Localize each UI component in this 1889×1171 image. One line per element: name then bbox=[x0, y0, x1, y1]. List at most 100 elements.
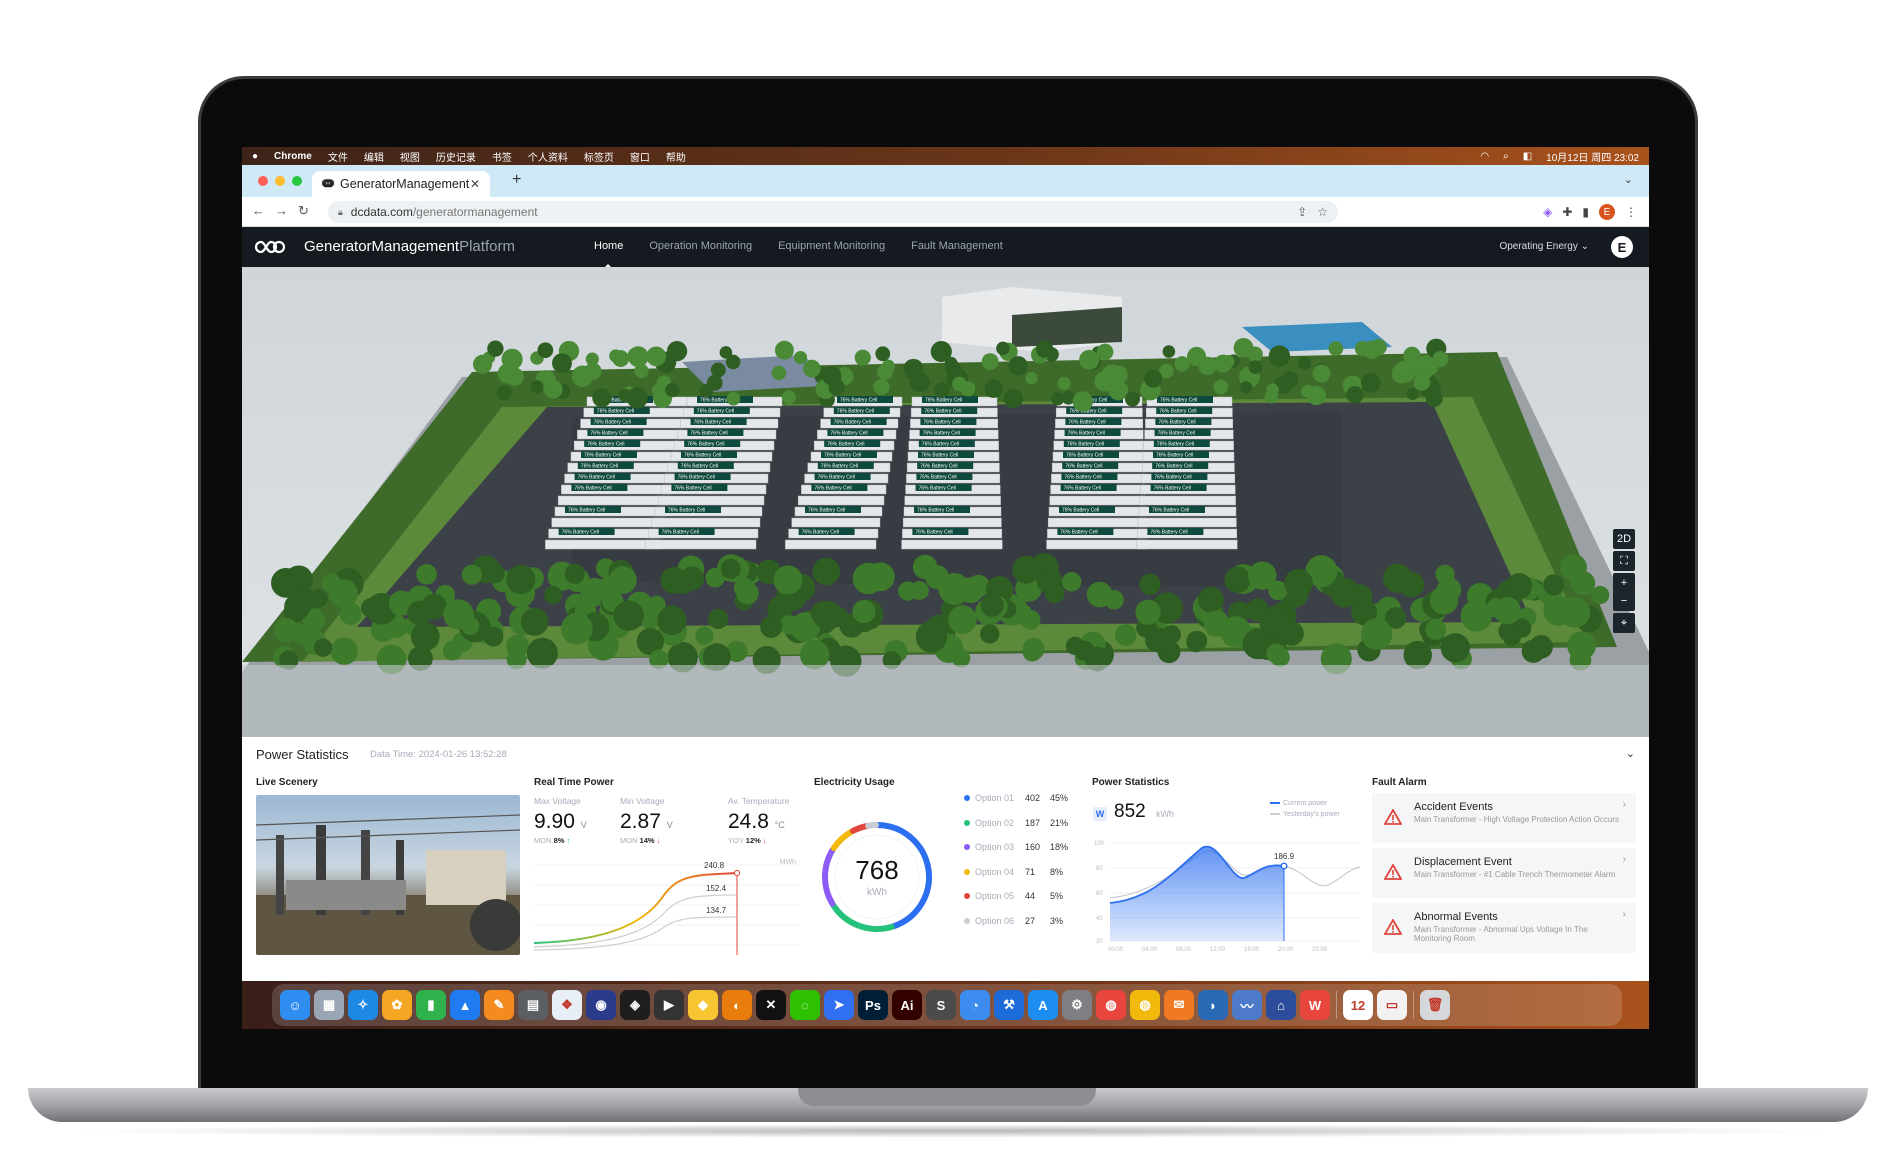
search-icon[interactable]: ⌕ bbox=[1503, 151, 1509, 162]
donut-slice[interactable] bbox=[865, 822, 879, 829]
menubar-item[interactable]: 书签 bbox=[492, 149, 512, 164]
battery-cell-label[interactable]: 76% Battery Cell bbox=[674, 473, 731, 481]
legend-row[interactable]: Option 06 27 3% bbox=[964, 916, 1072, 926]
menubar-item[interactable]: 文件 bbox=[328, 149, 348, 164]
battery-cell-label[interactable]: 76% Battery Cell bbox=[824, 440, 881, 448]
dock-app-finder2-icon[interactable]: ❖ bbox=[552, 990, 582, 1020]
infinity-logo-icon[interactable] bbox=[252, 239, 288, 259]
battery-cell-label[interactable]: 76% Battery Cell bbox=[920, 418, 977, 426]
dock-app-chrome-canary-icon[interactable]: ◍ bbox=[1130, 990, 1160, 1020]
dock-app-feishu-icon[interactable]: ➤ bbox=[824, 990, 854, 1020]
forward-icon[interactable]: → bbox=[275, 203, 298, 218]
dock-app-settings-icon[interactable]: ⚙ bbox=[1062, 990, 1092, 1020]
battery-cell-label[interactable]: 76% Battery Cell bbox=[681, 451, 737, 459]
dock-app-photos-icon[interactable]: ✿ bbox=[382, 990, 412, 1020]
dock-app-ps-icon[interactable]: Ps bbox=[858, 990, 888, 1020]
reload-icon[interactable]: ↻ bbox=[298, 203, 319, 218]
close-tab-icon[interactable]: ✕ bbox=[470, 177, 480, 191]
menubar-item[interactable]: 标签页 bbox=[584, 149, 614, 164]
zoom-window-button[interactable] bbox=[292, 176, 302, 186]
battery-cell-label[interactable]: 76% Battery Cell bbox=[1155, 418, 1212, 426]
battery-cell-label[interactable]: 76% Battery Cell bbox=[684, 440, 741, 448]
dock-app-firefox-icon[interactable]: ◉ bbox=[586, 990, 616, 1020]
legend-row[interactable]: Option 02 187 21% bbox=[964, 818, 1072, 828]
battery-cell-label[interactable]: 76% Battery Cell bbox=[1153, 451, 1209, 459]
bookmark-star-icon[interactable]: ☆ bbox=[1317, 205, 1328, 219]
zoom-in-button[interactable]: + bbox=[1613, 573, 1635, 593]
user-avatar[interactable]: E bbox=[1611, 236, 1633, 258]
menubar-item[interactable]: 帮助 bbox=[666, 149, 686, 164]
profile-avatar[interactable]: E bbox=[1599, 204, 1615, 220]
battery-cell-label[interactable]: 76% Battery Cell bbox=[916, 473, 973, 481]
battery-cell-label[interactable]: 76% Battery Cell bbox=[1147, 528, 1204, 536]
battery-cell-label[interactable]: 76% Battery Cell bbox=[590, 418, 647, 426]
new-tab-button[interactable]: + bbox=[512, 171, 521, 189]
battery-cell-label[interactable]: 76% Battery Cell bbox=[915, 484, 972, 492]
battery-cell-label[interactable]: 76% Battery Cell bbox=[587, 429, 644, 437]
2d-toggle-button[interactable]: 2D bbox=[1613, 529, 1635, 549]
battery-cell-label[interactable]: 76% Battery Cell bbox=[584, 440, 641, 448]
battery-cell-label[interactable]: 76% Battery Cell bbox=[558, 528, 615, 536]
back-icon[interactable]: ← bbox=[252, 203, 275, 218]
menubar-clock[interactable]: 10月12日 周四 23:02 bbox=[1546, 149, 1639, 164]
dock-app-sublime-icon[interactable]: S bbox=[926, 990, 956, 1020]
battery-cell-label[interactable]: 76% Battery Cell bbox=[1063, 451, 1119, 459]
legend-row[interactable]: Option 05 44 5% bbox=[964, 891, 1072, 901]
battery-cell-label[interactable]: 76% Battery Cell bbox=[821, 451, 877, 459]
battery-cell-label[interactable]: 76% Battery Cell bbox=[671, 484, 728, 492]
plant-3d-view[interactable]: 76% Battery Cell 76% Battery Cell 76% Batt… bbox=[242, 267, 1649, 737]
battery-cell-label[interactable]: 76% Battery Cell bbox=[833, 407, 890, 415]
legend-row[interactable]: Option 03 160 18% bbox=[964, 842, 1072, 852]
battery-cell-label[interactable]: 76% Battery Cell bbox=[581, 451, 637, 459]
dock-app-files-icon[interactable]: ▭ bbox=[1377, 990, 1407, 1020]
dock-app-lark-icon[interactable]: ◔ bbox=[960, 990, 990, 1020]
more-menu-icon[interactable]: ⋮ bbox=[1625, 205, 1637, 219]
legend-row[interactable]: Option 01 402 45% bbox=[964, 793, 1072, 803]
dock-app-launchpad-icon[interactable]: ▦ bbox=[314, 990, 344, 1020]
battery-cell-label[interactable]: 76% Battery Cell bbox=[1062, 462, 1119, 470]
battery-cell-label[interactable]: 76% Battery Cell bbox=[1152, 462, 1209, 470]
battery-cell-label[interactable]: 76% Battery Cell bbox=[1060, 484, 1117, 492]
battery-cell-label[interactable]: 76% Battery Cell bbox=[817, 462, 874, 470]
dock-app-safari-icon[interactable]: ✧ bbox=[348, 990, 378, 1020]
battery-cell-label[interactable]: 76% Battery Cell bbox=[658, 528, 715, 536]
fullscreen-button[interactable]: ⛶ bbox=[1613, 551, 1635, 571]
zoom-out-button[interactable]: − bbox=[1613, 591, 1635, 611]
dock-app-app-store-icon[interactable]: A bbox=[1028, 990, 1058, 1020]
dock-app-blender-icon[interactable]: ◐ bbox=[722, 990, 752, 1020]
energy-selector[interactable]: Operating Energy ⌄ bbox=[1499, 241, 1589, 252]
battery-cell-label[interactable]: 76% Battery Cell bbox=[1057, 528, 1114, 536]
dock-app-trash-icon[interactable]: 🗑 bbox=[1420, 990, 1450, 1020]
donut-slice[interactable] bbox=[830, 902, 895, 932]
dock-app-wechat-icon[interactable]: ◌ bbox=[790, 990, 820, 1020]
battery-cell-label[interactable]: 76% Battery Cell bbox=[811, 484, 868, 492]
nav-operation-monitoring[interactable]: Operation Monitoring bbox=[649, 240, 752, 252]
dock-app-ai-icon[interactable]: Ai bbox=[892, 990, 922, 1020]
dock-app-figma-icon[interactable]: ◈ bbox=[620, 990, 650, 1020]
dock-app-monitor-icon[interactable]: 〰 bbox=[1232, 990, 1262, 1020]
battery-cell-label[interactable]: 76% Battery Cell bbox=[1150, 484, 1207, 492]
collapse-chevron-icon[interactable]: ⌄ bbox=[1626, 747, 1635, 760]
battery-cell-label[interactable]: 76% Battery Cell bbox=[1151, 473, 1208, 481]
battery-cell-label[interactable]: 76% Battery Cell bbox=[677, 462, 734, 470]
battery-cell-label[interactable]: 76% Battery Cell bbox=[1153, 440, 1210, 448]
dock-app-xcode-icon[interactable]: ⚒ bbox=[994, 990, 1024, 1020]
battery-cell-label[interactable]: 76% Battery Cell bbox=[571, 484, 628, 492]
battery-cell-label[interactable]: 76% Battery Cell bbox=[1149, 506, 1205, 514]
battery-cell-label[interactable]: 76% Battery Cell bbox=[922, 396, 978, 404]
apple-icon[interactable]: ● bbox=[252, 151, 258, 162]
battery-cell-label[interactable]: 76% Battery Cell bbox=[1066, 407, 1123, 415]
battery-cell-label[interactable]: 76% Battery Cell bbox=[577, 462, 634, 470]
battery-cell-label[interactable]: 76% Battery Cell bbox=[1064, 429, 1121, 437]
menubar-item[interactable]: 个人资料 bbox=[528, 149, 568, 164]
battery-cell-label[interactable]: 76% Battery Cell bbox=[919, 429, 976, 437]
donut-slice[interactable] bbox=[822, 846, 836, 907]
share-icon[interactable]: ⇪ bbox=[1297, 205, 1307, 219]
menubar-item[interactable]: 窗口 bbox=[630, 149, 650, 164]
battery-cell-label[interactable]: 76% Battery Cell bbox=[1156, 407, 1213, 415]
dock-app-calendar-icon[interactable]: 12 bbox=[1343, 990, 1373, 1020]
battery-cell-label[interactable]: 76% Battery Cell bbox=[918, 451, 974, 459]
battery-cell-label[interactable]: 76% Battery Cell bbox=[593, 407, 650, 415]
battery-cell-label[interactable]: 76% Battery Cell bbox=[690, 418, 747, 426]
battery-cell-label[interactable]: 76% Battery Cell bbox=[565, 506, 621, 514]
